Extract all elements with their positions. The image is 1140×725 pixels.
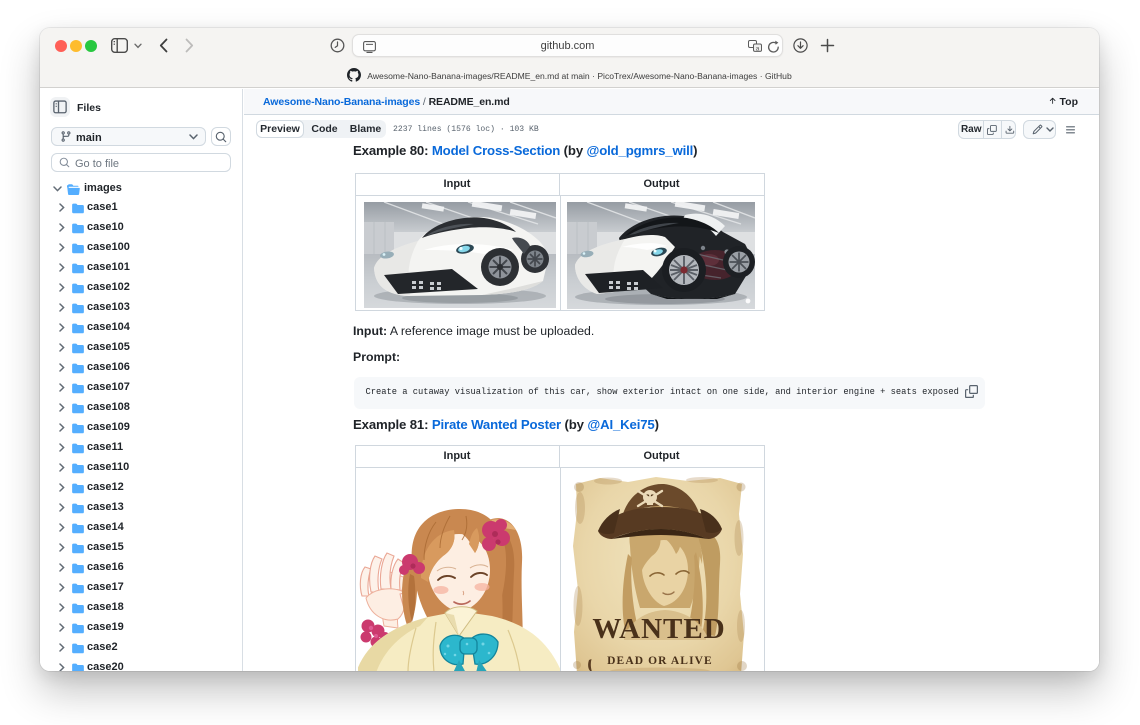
- svg-text:DEAD OR ALIVE: DEAD OR ALIVE: [607, 655, 713, 667]
- svg-text:a: a: [756, 45, 760, 52]
- svg-text:WANTED: WANTED: [592, 613, 725, 645]
